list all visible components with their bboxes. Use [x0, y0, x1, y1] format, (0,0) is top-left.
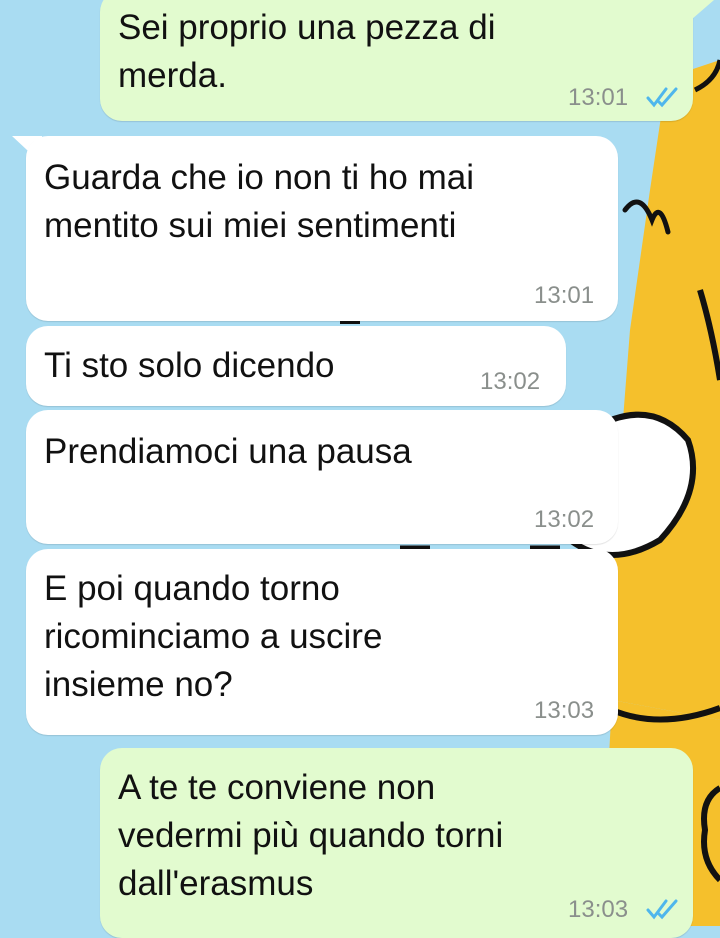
double-check-read-icon: [646, 87, 678, 108]
message-bubble-incoming[interactable]: Guarda che io non ti ho mai mentito sui …: [26, 136, 618, 321]
message-text: A te te conviene non vedermi più quando …: [118, 768, 504, 903]
message-text: Sei proprio una pezza di merda.: [118, 8, 496, 95]
message-text: Ti sto solo dicendo: [44, 346, 335, 385]
message-bubble-incoming[interactable]: E poi quando torno ricominciamo a uscire…: [26, 549, 618, 735]
message-text: Guarda che io non ti ho mai mentito sui …: [44, 158, 474, 245]
message-bubble-outgoing[interactable]: Sei proprio una pezza di merda. 13:01: [100, 0, 693, 121]
message-time: 13:01: [534, 282, 595, 309]
message-time: 13:01: [568, 84, 629, 111]
message-bubble-incoming[interactable]: Ti sto solo dicendo 13:02: [26, 326, 566, 406]
message-time: 13:02: [534, 506, 595, 533]
bubble-tail: [684, 0, 714, 26]
message-bubble-incoming[interactable]: Prendiamoci una pausa 13:02: [26, 410, 618, 544]
message-time: 13:03: [534, 697, 595, 724]
message-time: 13:02: [480, 368, 541, 395]
message-bubble-outgoing[interactable]: A te te conviene non vedermi più quando …: [100, 748, 693, 938]
double-check-read-icon: [646, 899, 678, 920]
message-time: 13:03: [568, 896, 629, 923]
message-text: Prendiamoci una pausa: [44, 432, 412, 471]
message-text: E poi quando torno ricominciamo a uscire…: [44, 569, 383, 704]
